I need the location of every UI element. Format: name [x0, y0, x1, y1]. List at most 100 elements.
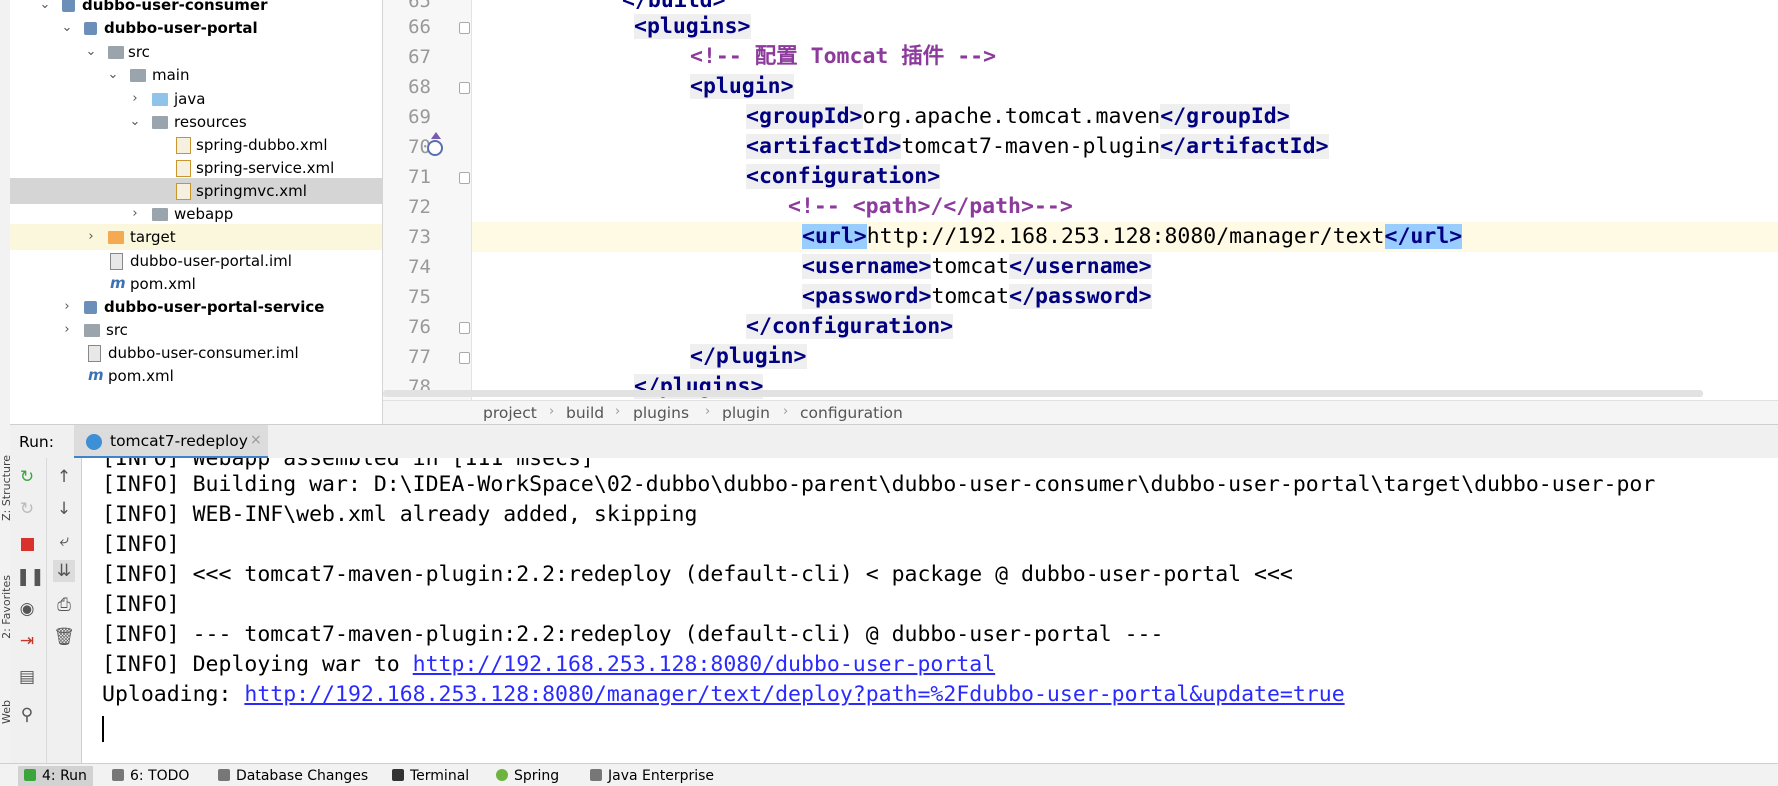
- tree-item-pom-xml-2[interactable]: m pom.xml: [10, 363, 382, 389]
- terminal-icon: [392, 769, 404, 781]
- deploy-url-link[interactable]: http://192.168.253.128:8080/dubbo-user-p…: [413, 652, 995, 677]
- code-tag: </username>: [1009, 254, 1152, 279]
- code-tag: </plugin>: [690, 344, 807, 369]
- console-text: Uploading:: [102, 682, 245, 707]
- tool-tab-label: Terminal: [410, 768, 470, 784]
- iml-file-icon: [88, 345, 101, 362]
- module-icon: [84, 301, 97, 314]
- code-line-75: <password>tomcat</password>: [472, 282, 1778, 312]
- close-icon[interactable]: ×: [250, 432, 262, 448]
- code-text: http://192.168.253.128:8080/manager/text: [866, 224, 1385, 249]
- console-line: [INFO]: [102, 592, 180, 617]
- camera-icon[interactable]: ◉: [16, 598, 38, 620]
- run-tab-label: tomcat7-redeploy: [110, 432, 248, 450]
- code-tag: <plugin>: [690, 74, 794, 99]
- module-icon: [84, 22, 97, 35]
- tool-tab-label: 4: Run: [42, 768, 87, 784]
- code-tag: </artifactId>: [1160, 134, 1329, 159]
- tool-tab-todo[interactable]: 6: TODO: [112, 766, 189, 786]
- maven-navigate-icon[interactable]: [431, 132, 441, 139]
- layout-icon[interactable]: ▤: [16, 666, 38, 688]
- chevron-right-icon[interactable]: ›: [84, 224, 98, 250]
- tool-tab-database-changes[interactable]: Database Changes: [218, 766, 368, 786]
- console-line-deploy: [INFO] Deploying war to http://192.168.2…: [102, 650, 995, 680]
- scroll-to-end-icon[interactable]: ⇊: [53, 560, 75, 582]
- fold-marker-icon[interactable]: [459, 322, 470, 334]
- code-editor[interactable]: 65 66 67 68 69 70 71 72 73 74 75 76 77 7…: [383, 0, 1778, 400]
- tool-tab-java-enterprise[interactable]: Java Enterprise: [590, 766, 714, 786]
- gear-icon: [86, 434, 102, 450]
- code-comment: <!-- 配置 Tomcat 插件 -->: [690, 44, 997, 69]
- text-caret: [102, 716, 104, 742]
- source-folder-icon: [152, 93, 168, 106]
- line-number: 72: [408, 196, 431, 218]
- breadcrumb-separator-icon: ›: [615, 404, 621, 419]
- project-tree: ⌄ dubbo-user-consumer ⌄ dubbo-user-porta…: [10, 0, 382, 424]
- tool-tab-terminal[interactable]: Terminal: [392, 766, 469, 786]
- maven-gutter-icon[interactable]: [427, 140, 443, 156]
- code-line-73: <url>http://192.168.253.128:8080/manager…: [472, 222, 1778, 252]
- fold-marker-icon[interactable]: [459, 352, 470, 364]
- chevron-down-icon[interactable]: ⌄: [60, 15, 74, 41]
- trash-icon[interactable]: 🗑: [53, 626, 75, 648]
- editor-horizontal-scrollbar[interactable]: [383, 390, 1703, 397]
- breadcrumb-item-project[interactable]: project: [483, 404, 537, 422]
- tree-item-label: pom.xml: [108, 367, 174, 385]
- console-line-upload: Uploading: http://192.168.253.128:8080/m…: [102, 680, 1345, 710]
- fold-marker-icon[interactable]: [459, 172, 470, 184]
- run-console-output[interactable]: [INFO] Webapp assembled in [111 msecs] […: [82, 458, 1778, 763]
- bottom-tool-bar: 4: Run 6: TODO Database Changes Terminal…: [0, 763, 1778, 786]
- code-line-68: <plugin>: [472, 72, 1778, 102]
- code-line-76: </configuration>: [472, 312, 1778, 342]
- breadcrumb-item-plugin[interactable]: plugin: [722, 404, 770, 422]
- tree-item-target[interactable]: › target: [10, 224, 382, 250]
- tree-item-dubbo-user-portal[interactable]: ⌄ dubbo-user-portal: [10, 15, 382, 41]
- breadcrumb-item-configuration[interactable]: configuration: [800, 404, 903, 422]
- fold-marker-icon[interactable]: [459, 82, 470, 94]
- exit-icon[interactable]: ⇥: [16, 630, 38, 652]
- rerun-failed-icon[interactable]: ↻: [16, 498, 38, 520]
- upload-url-link[interactable]: http://192.168.253.128:8080/manager/text…: [244, 682, 1344, 707]
- rerun-icon[interactable]: ↻: [16, 466, 38, 488]
- code-tag: <artifactId>: [746, 134, 902, 159]
- console-line: [INFO]: [102, 532, 180, 557]
- run-tab-tomcat7-redeploy[interactable]: tomcat7-redeploy ×: [74, 425, 268, 459]
- tool-tab-spring[interactable]: Spring: [496, 766, 559, 786]
- stop-button[interactable]: [16, 534, 38, 556]
- breadcrumb: project › build › plugins › plugin › con…: [383, 400, 1778, 425]
- soft-wrap-icon[interactable]: ⤶: [53, 530, 75, 552]
- tree-item-label: target: [130, 228, 176, 246]
- code-tag: <groupId>: [746, 104, 863, 129]
- code-tag: <password>: [802, 284, 932, 309]
- xml-file-icon: [176, 137, 191, 154]
- code-line-71: <configuration>: [472, 162, 1778, 192]
- chevron-down-icon[interactable]: ⌄: [106, 62, 120, 88]
- code-tag: </url>: [1384, 224, 1463, 249]
- module-icon: [62, 0, 75, 12]
- code-tag: </groupId>: [1160, 104, 1290, 129]
- tool-tab-run[interactable]: 4: Run: [18, 766, 93, 786]
- breadcrumb-separator-icon: ›: [705, 404, 711, 419]
- print-icon[interactable]: ⎙: [53, 594, 75, 616]
- fold-marker-icon[interactable]: [459, 22, 470, 34]
- tool-tab-label: Spring: [514, 768, 560, 784]
- console-line: [INFO] WEB-INF\web.xml already added, sk…: [102, 502, 698, 527]
- code-line-69: <groupId>org.apache.tomcat.maven</groupI…: [472, 102, 1778, 132]
- maven-icon: m: [88, 366, 104, 384]
- arrow-down-icon[interactable]: ↓: [53, 498, 75, 520]
- line-number: 69: [408, 106, 431, 128]
- pin-icon[interactable]: ⚲: [16, 704, 38, 726]
- tree-item-label: main: [152, 66, 190, 84]
- resources-folder-icon: [152, 116, 168, 129]
- run-tool-window-header: Run: tomcat7-redeploy ×: [10, 424, 1778, 460]
- tree-item-label: dubbo-user-portal: [104, 19, 258, 37]
- pause-icon[interactable]: ❚❚: [16, 566, 45, 588]
- tool-tab-label: Java Enterprise: [608, 768, 715, 784]
- arrow-up-icon[interactable]: ↑: [53, 466, 75, 488]
- code-tag: <url>: [802, 224, 867, 249]
- run-icon: [24, 769, 36, 781]
- breadcrumb-item-build[interactable]: build: [566, 404, 604, 422]
- iml-file-icon: [110, 253, 123, 270]
- breadcrumb-item-plugins[interactable]: plugins: [633, 404, 689, 422]
- tree-item-main[interactable]: ⌄ main: [10, 62, 382, 88]
